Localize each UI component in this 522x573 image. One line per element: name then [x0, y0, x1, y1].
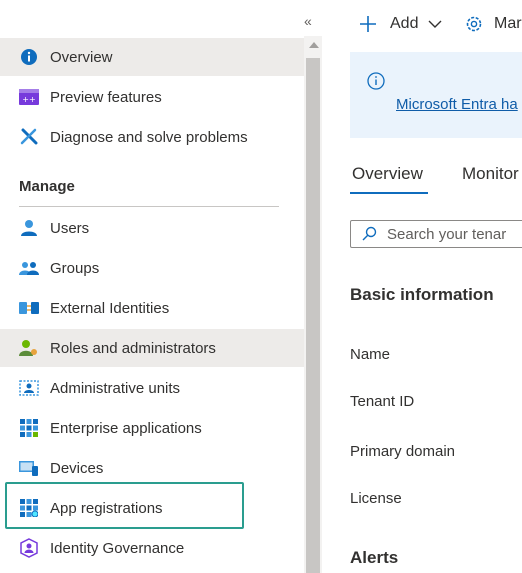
scroll-up-arrow-icon[interactable]: [309, 42, 319, 48]
sidebar-item-label: Devices: [50, 459, 104, 477]
sidebar-item-groups[interactable]: Groups: [0, 249, 304, 287]
sidebar-item-label: Users: [50, 219, 90, 237]
manage-label: Mar: [494, 15, 522, 32]
sidebar-item-label: External Identities: [50, 299, 170, 317]
admin-units-icon: [18, 377, 40, 399]
selected-tab-indicator: [350, 192, 428, 194]
add-label: Add: [390, 15, 419, 32]
field-license-label: License: [350, 490, 402, 507]
sidebar-item-identity-governance[interactable]: Identity Governance: [0, 529, 304, 567]
sidebar-item-roles[interactable]: Roles and administrators: [0, 329, 304, 367]
sidebar-item-external-identities[interactable]: External Identities: [0, 289, 304, 327]
sidebar-item-label: App registrations: [50, 499, 163, 517]
sidebar-item-label: Groups: [50, 259, 100, 277]
groups-icon: [18, 257, 40, 279]
info-icon: [18, 46, 40, 68]
field-tenant-id-label: Tenant ID: [350, 393, 415, 410]
sidebar-item-label: Identity Governance: [50, 539, 185, 557]
sidebar-item-label: Preview features: [50, 88, 162, 106]
banner-link[interactable]: Microsoft Entra ha: [396, 96, 518, 113]
sidebar-item-label: Roles and administrators: [50, 339, 216, 357]
roles-icon: [18, 337, 40, 359]
sidebar-item-app-registrations[interactable]: App registrations: [0, 489, 304, 527]
sidebar-item-diagnose[interactable]: Diagnose and solve problems: [0, 118, 304, 156]
manage-heading: Manage: [19, 178, 75, 195]
field-name-label: Name: [350, 346, 391, 363]
sidebar-item-label: Enterprise applications: [50, 419, 202, 437]
gear-icon: [464, 14, 484, 34]
chevron-down-icon: [428, 19, 442, 29]
sidebar-item-administrative-units[interactable]: Administrative units: [0, 369, 304, 407]
wrench-icon: [18, 126, 40, 148]
app-registrations-icon: [18, 497, 40, 519]
tab-monitor[interactable]: Monitor: [462, 164, 519, 184]
field-primary-domain-label: Primary domain: [350, 443, 456, 460]
search-icon: [361, 226, 377, 242]
tab-overview[interactable]: Overview: [352, 164, 423, 184]
alerts-heading: Alerts: [350, 548, 399, 567]
external-identities-icon: [18, 297, 40, 319]
svg-text:++: ++: [22, 95, 35, 104]
sidebar-item-label: Administrative units: [50, 379, 181, 397]
sidebar-nav: Overview ++ Preview features Diagnose an…: [0, 0, 304, 573]
main-content: Add Mar Microsoft Entra ha Overview Moni…: [322, 0, 522, 573]
manage-button[interactable]: Mar: [464, 14, 522, 34]
sidebar-item-label: Overview: [50, 48, 113, 66]
sidebar-item-users[interactable]: Users: [0, 209, 304, 247]
add-button[interactable]: Add: [358, 14, 442, 34]
sidebar-item-enterprise-applications[interactable]: Enterprise applications: [0, 409, 304, 447]
preview-features-icon: ++: [18, 86, 40, 108]
enterprise-apps-icon: [18, 417, 40, 439]
sidebar-item-overview[interactable]: Overview: [0, 38, 304, 76]
search-placeholder: Search your tenar: [387, 225, 507, 243]
identity-governance-icon: [18, 537, 40, 559]
sidebar-item-label: Diagnose and solve problems: [50, 128, 248, 146]
plus-icon: [358, 14, 378, 34]
scrollbar-thumb[interactable]: [306, 58, 320, 573]
devices-icon: [18, 457, 40, 479]
info-outline-icon: [367, 72, 385, 90]
collapse-sidebar-icon[interactable]: «: [304, 14, 312, 28]
user-icon: [18, 217, 40, 239]
info-banner: Microsoft Entra ha: [350, 52, 522, 138]
search-input[interactable]: Search your tenar: [350, 220, 522, 248]
sidebar-item-devices[interactable]: Devices: [0, 449, 304, 487]
sidebar-item-preview-features[interactable]: ++ Preview features: [0, 78, 304, 116]
section-divider: [19, 206, 279, 207]
basic-information-heading: Basic information: [350, 285, 494, 304]
